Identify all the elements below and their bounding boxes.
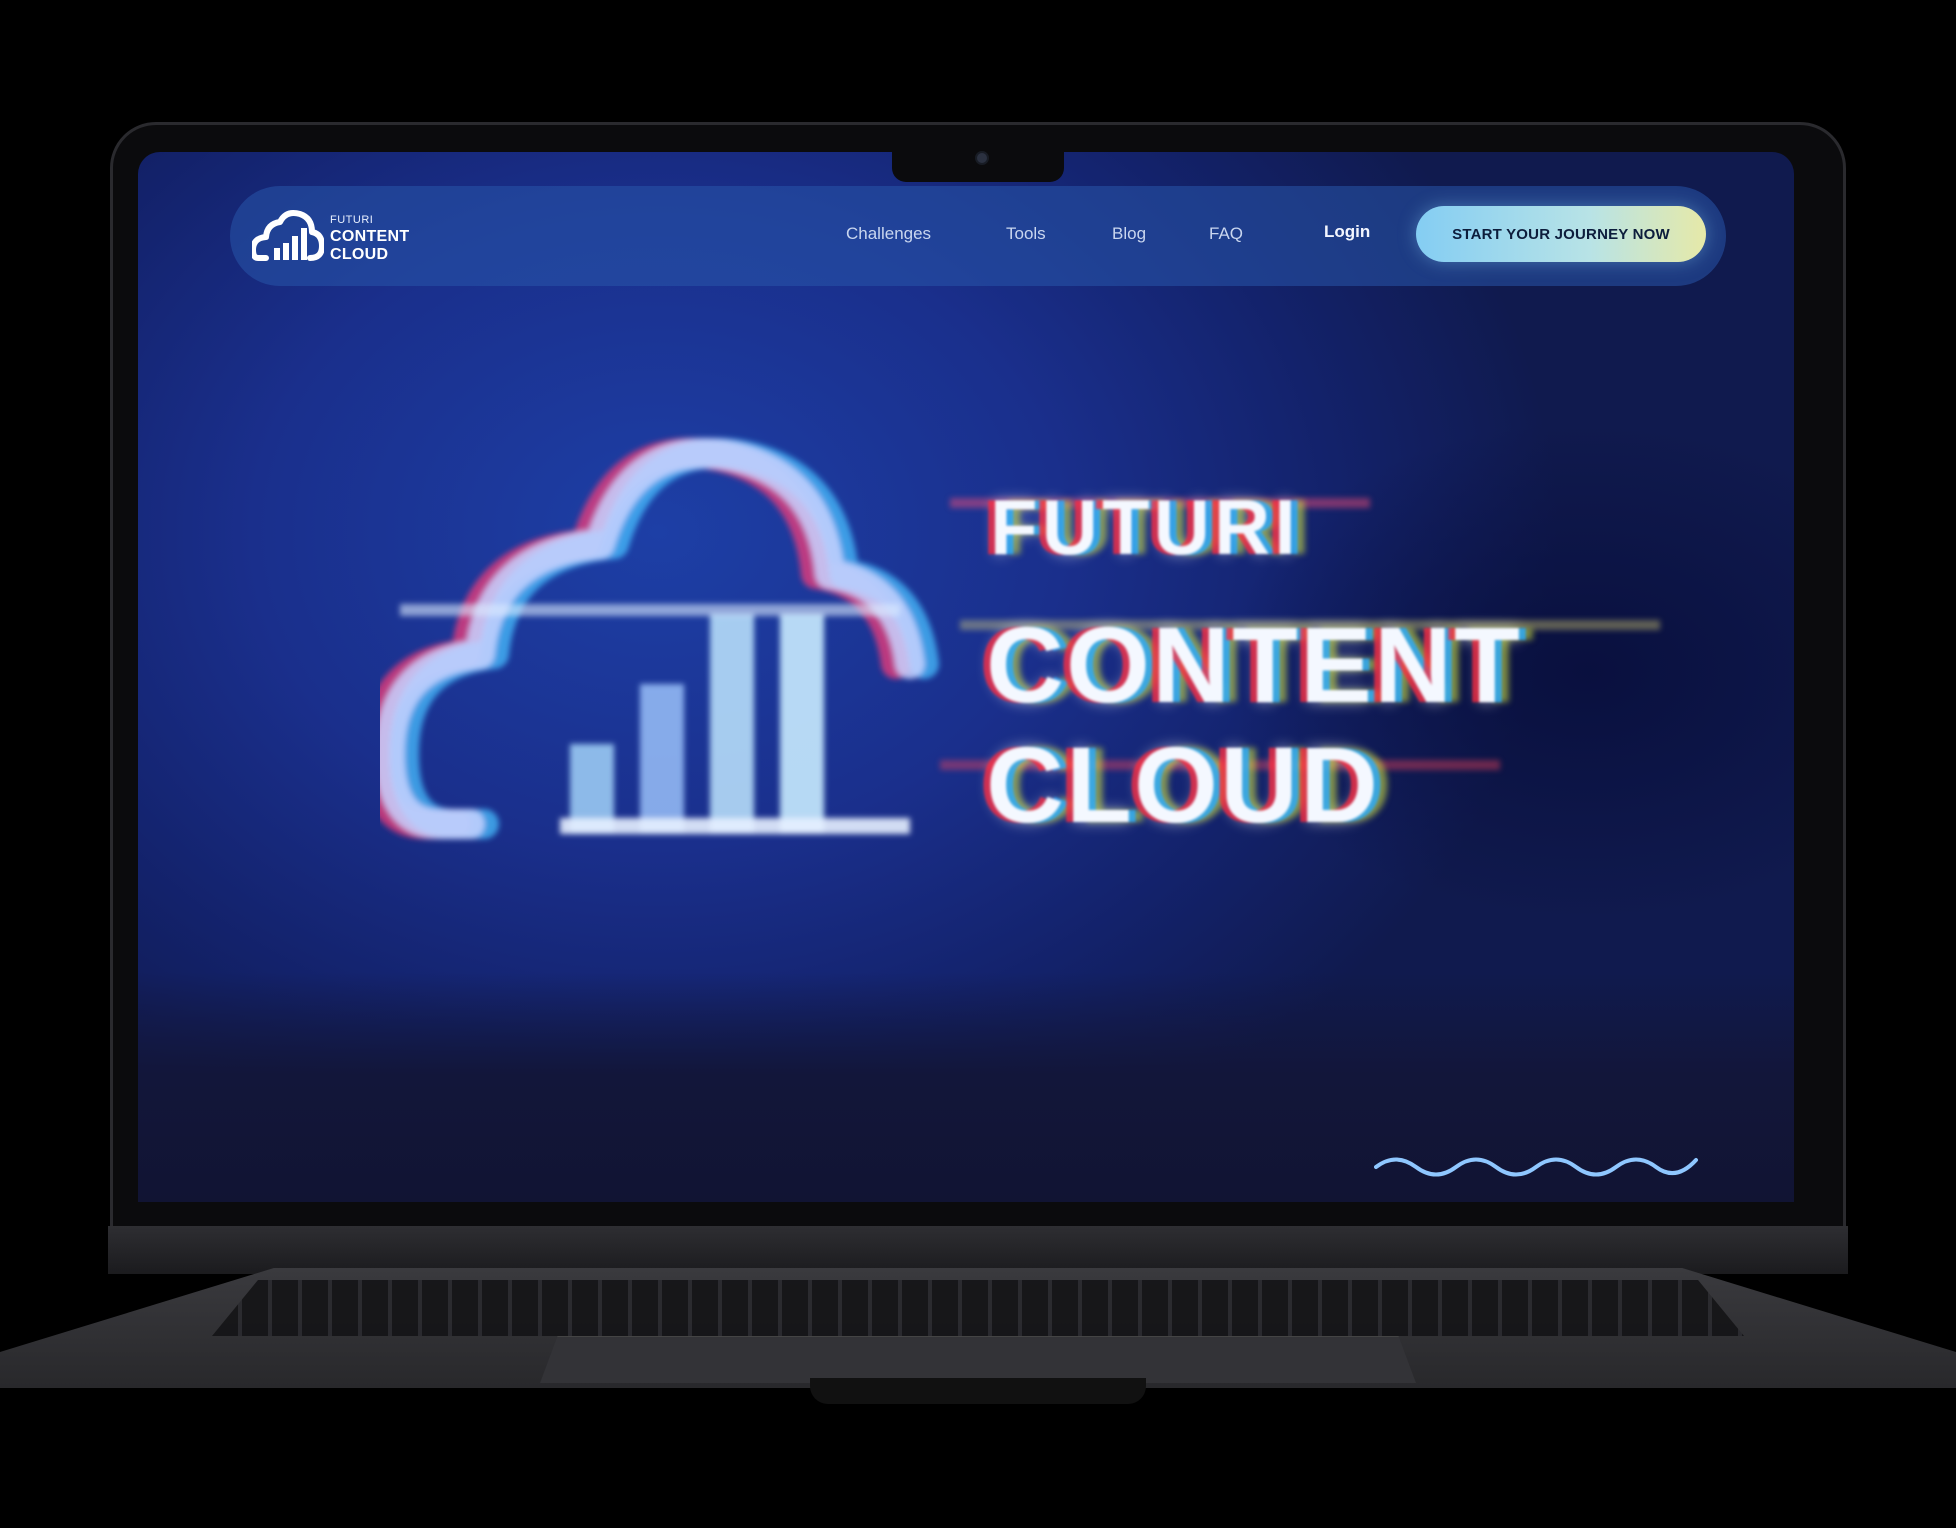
hero-word-futuri: FUTURI [990,483,1300,571]
brand-line-1: FUTURI [330,214,374,226]
nav-link-blog[interactable]: Blog [1112,224,1146,244]
nav-link-faq[interactable]: FAQ [1209,224,1243,244]
keyboard [212,1280,1744,1336]
login-link[interactable]: Login [1324,222,1370,242]
hero-word-cloud: CLOUD [986,724,1380,845]
nav-link-challenges[interactable]: Challenges [846,224,931,244]
nav-link-tools[interactable]: Tools [1006,224,1046,244]
laptop-hinge [108,1226,1848,1274]
camera-icon [975,151,989,165]
brand-line-2: CONTENT [330,228,410,245]
start-journey-button[interactable]: START YOUR JOURNEY NOW [1416,206,1706,262]
hero-word-content: CONTENT [986,604,1522,725]
brand-logo[interactable]: FUTURI CONTENT CLOUD [252,204,412,270]
hero-cloud-icon [380,438,939,839]
base-front-notch [810,1378,1146,1404]
trackpad [540,1336,1416,1383]
wave-icon [1374,1157,1698,1177]
cloud-bars-icon [252,210,324,261]
brand-line-3: CLOUD [330,246,389,263]
